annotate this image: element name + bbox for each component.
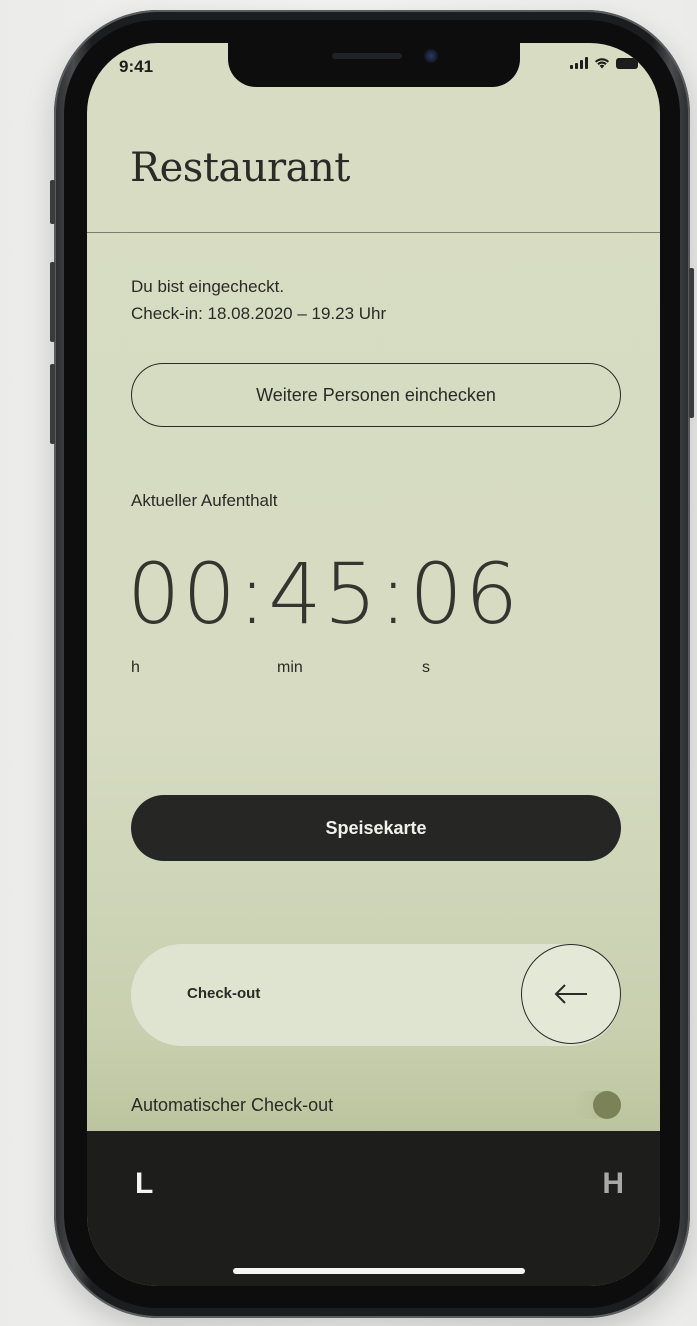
menu-button[interactable]: Speisekarte <box>131 795 621 861</box>
home-indicator[interactable] <box>233 1268 525 1274</box>
stay-timer: 00:45:06 <box>127 545 521 643</box>
earpiece-speaker <box>332 53 402 59</box>
bottom-bar: L H <box>87 1131 660 1286</box>
front-camera <box>424 49 438 63</box>
add-people-button[interactable]: Weitere Personen einchecken <box>131 363 621 427</box>
device-mockup-stage: 9:41 Restaurant Du bist eingecheckt. Che… <box>0 0 697 1326</box>
auto-checkout-toggle[interactable] <box>573 1091 621 1119</box>
volume-up-button <box>50 262 55 342</box>
battery-icon <box>616 57 638 69</box>
wifi-icon <box>595 58 609 69</box>
left-logo[interactable]: L <box>135 1167 153 1201</box>
checkin-time-text: Check-in: 18.08.2020 – 19.23 Uhr <box>131 304 387 323</box>
app-screen: 9:41 Restaurant Du bist eingecheckt. Che… <box>87 43 660 1286</box>
header-divider <box>87 232 660 233</box>
status-time: 9:41 <box>119 57 154 76</box>
cellular-signal-icon <box>570 57 588 69</box>
checkout-label: Check-out <box>187 985 261 1002</box>
checkin-info: Du bist eingecheckt. Check-in: 18.08.202… <box>131 273 386 327</box>
stay-label: Aktueller Aufenthalt <box>131 491 278 510</box>
auto-checkout-label: Automatischer Check-out <box>131 1095 334 1115</box>
page-title: Restaurant <box>130 145 350 191</box>
arrow-left-icon <box>554 984 587 1004</box>
timer-unit-seconds: s <box>422 659 430 676</box>
status-icons <box>570 57 638 69</box>
timer-unit-hours: h <box>131 659 140 676</box>
checkout-slider[interactable]: Check-out <box>131 944 621 1046</box>
power-button <box>689 268 694 418</box>
toggle-knob <box>593 1091 621 1119</box>
timer-unit-minutes: min <box>277 659 303 676</box>
checkout-slider-handle[interactable] <box>521 944 621 1044</box>
silent-switch <box>50 180 55 224</box>
checkin-status-text: Du bist eingecheckt. <box>131 277 285 296</box>
volume-down-button <box>50 364 55 444</box>
notch <box>228 43 520 87</box>
right-logo[interactable]: H <box>602 1167 624 1201</box>
